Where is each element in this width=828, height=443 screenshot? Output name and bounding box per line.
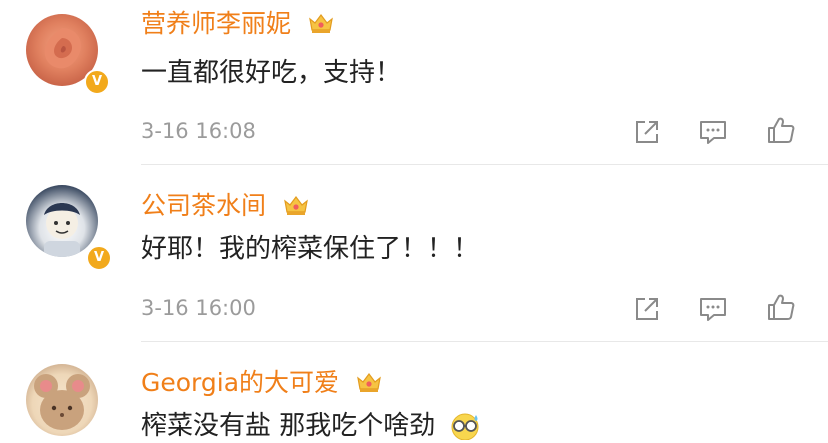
comment-text: 榨菜没有盐 那我吃个啥劲 [141, 410, 482, 442]
avatar[interactable] [26, 364, 98, 436]
sweat-glasses-emoji [451, 413, 479, 440]
mouse-avatar-image [34, 374, 90, 430]
username-text[interactable]: Georgia的大可爱 [141, 368, 339, 397]
comment-item: Georgia的大可爱 榨菜没有盐 那我吃个啥劲 [0, 0, 828, 443]
username[interactable]: Georgia的大可爱 [141, 368, 383, 398]
crown-icon [357, 373, 381, 392]
comment-text-content: 榨菜没有盐 那我吃个啥劲 [141, 411, 436, 441]
